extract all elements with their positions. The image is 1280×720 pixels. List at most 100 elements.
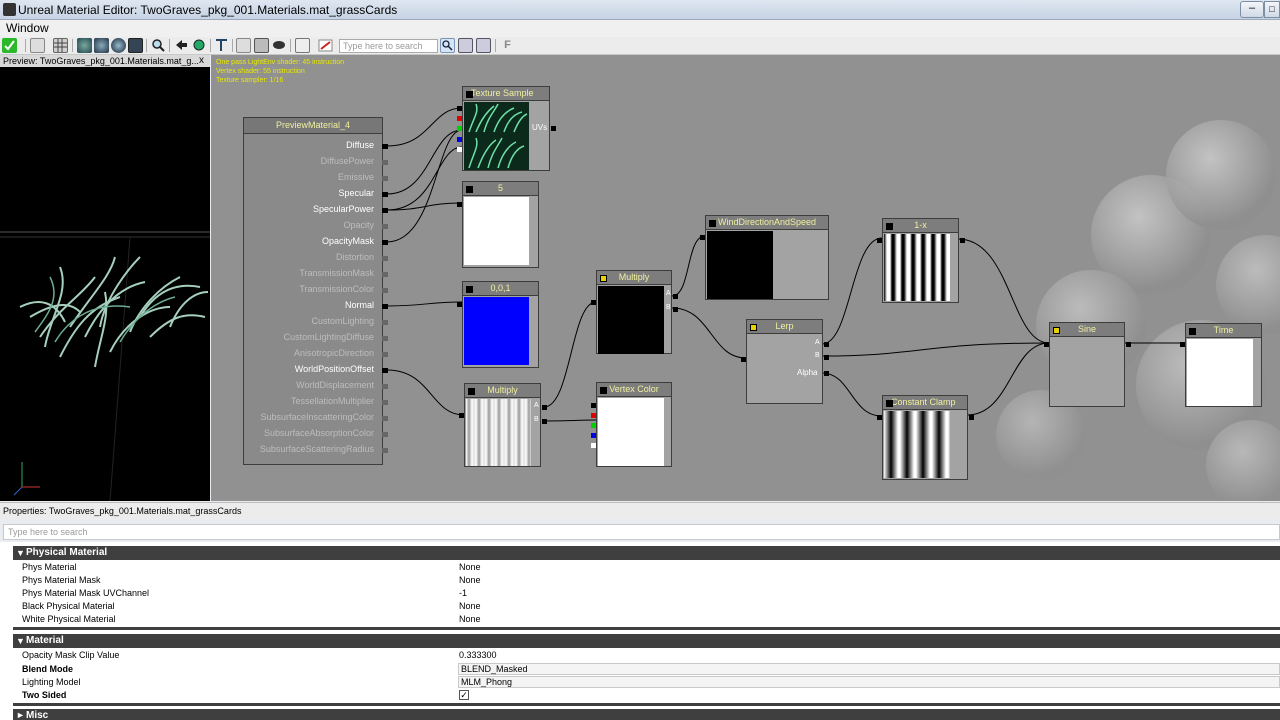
material-input-pin[interactable] xyxy=(382,368,388,373)
pin-output[interactable] xyxy=(877,238,882,243)
minimize-button[interactable]: – xyxy=(1240,1,1264,18)
material-input-pin[interactable] xyxy=(382,320,388,325)
property-row[interactable]: Phys Material Mask UVChannel -1 xyxy=(13,587,1280,600)
cube-preview-icon[interactable] xyxy=(94,38,109,53)
material-input-pin[interactable] xyxy=(382,384,388,389)
plane-preview-icon[interactable] xyxy=(128,38,143,53)
multiply-node-bottom[interactable]: Multiply A B xyxy=(459,383,547,467)
search-input[interactable]: Type here to search xyxy=(339,39,438,53)
property-value[interactable]: None xyxy=(459,574,481,587)
pin-alpha[interactable] xyxy=(457,147,462,152)
property-value[interactable]: -1 xyxy=(459,587,467,600)
pin-output[interactable] xyxy=(591,300,596,305)
material-input-pin[interactable] xyxy=(382,208,388,213)
node-collapse-box[interactable] xyxy=(466,286,473,293)
pin-output[interactable] xyxy=(457,202,462,207)
pin-input[interactable] xyxy=(969,415,974,420)
pin-output[interactable] xyxy=(1044,342,1049,347)
material-output-node[interactable]: PreviewMaterial_4 Diffuse DiffusePower Emi… xyxy=(243,117,388,465)
two-sided-checkbox[interactable]: ✓ xyxy=(459,690,469,700)
collapse-triangle-icon[interactable]: ► xyxy=(16,709,25,720)
pin-red[interactable] xyxy=(457,116,462,121)
node-collapse-box[interactable] xyxy=(600,387,607,394)
pin-blue[interactable] xyxy=(591,433,596,438)
back-arrow-icon[interactable] xyxy=(174,38,189,53)
pin-input[interactable] xyxy=(960,238,965,243)
constant-5-node[interactable]: 5 xyxy=(457,181,539,268)
material-input-pin[interactable] xyxy=(382,256,388,261)
magnify-icon[interactable] xyxy=(151,38,166,53)
property-row[interactable]: Blend Mode BLEND_Masked xyxy=(13,663,1280,676)
lerp-node[interactable]: Lerp A B Alpha xyxy=(741,319,829,404)
material-input-pin[interactable] xyxy=(382,448,388,453)
property-row[interactable]: Phys Material None xyxy=(13,561,1280,574)
property-row[interactable]: Phys Material Mask None xyxy=(13,574,1280,587)
sine-node[interactable]: Sine xyxy=(1044,322,1131,407)
pin-blue[interactable] xyxy=(457,137,462,142)
material-input-pin[interactable] xyxy=(382,224,388,229)
node-collapse-box[interactable] xyxy=(466,91,473,98)
node-collapse-box[interactable] xyxy=(1189,328,1196,335)
pin-alpha[interactable] xyxy=(591,443,596,448)
pin-output[interactable] xyxy=(459,413,464,418)
pin-uvs[interactable] xyxy=(551,126,556,131)
pin-b[interactable] xyxy=(673,307,678,312)
realtime-icon[interactable] xyxy=(192,38,207,53)
search-icon[interactable] xyxy=(440,38,455,53)
material-input-pin[interactable] xyxy=(382,176,388,181)
category-physical-material[interactable]: ▼ Physical Material xyxy=(13,546,1280,560)
material-input-pin[interactable] xyxy=(382,400,388,405)
f-button[interactable]: F xyxy=(500,38,515,53)
hide-connectors-icon[interactable] xyxy=(254,38,269,53)
properties-search-input[interactable]: Type here to search xyxy=(3,524,1280,540)
pin-b[interactable] xyxy=(542,419,547,424)
property-row[interactable]: Lighting Model MLM_Phong xyxy=(13,676,1280,689)
maximize-button[interactable]: □ xyxy=(1264,1,1280,18)
constant-normal-node[interactable]: 0,0,1 xyxy=(457,281,539,368)
pin-input[interactable] xyxy=(1126,342,1131,347)
pin-a[interactable] xyxy=(824,342,829,347)
material-input-pin[interactable] xyxy=(382,288,388,293)
material-input-pin[interactable] xyxy=(382,160,388,165)
material-input-pin[interactable] xyxy=(382,432,388,437)
node-collapse-box[interactable] xyxy=(709,220,716,227)
node-collapse-box[interactable] xyxy=(886,400,893,407)
material-input-pin[interactable] xyxy=(382,144,388,149)
pin-b[interactable] xyxy=(824,355,829,360)
expand-triangle-icon[interactable]: ▼ xyxy=(16,546,25,560)
material-graph-canvas[interactable]: One pass LightEnv shader: 45 instruction… xyxy=(211,55,1280,501)
texture-sample-node[interactable]: Texture Sample UVs xyxy=(457,86,556,171)
search-next-icon[interactable] xyxy=(476,38,491,53)
material-input-pin[interactable] xyxy=(382,272,388,277)
material-input-pin[interactable] xyxy=(382,240,388,245)
stats-icon[interactable] xyxy=(295,38,310,53)
property-value[interactable]: None xyxy=(459,561,481,574)
preview-viewport[interactable] xyxy=(0,67,210,501)
material-input-pin[interactable] xyxy=(382,304,388,309)
node-collapse-box[interactable] xyxy=(468,388,475,395)
grid-icon[interactable] xyxy=(53,38,68,53)
material-input-pin[interactable] xyxy=(382,192,388,197)
property-value[interactable]: None xyxy=(459,600,481,613)
connector-icon[interactable] xyxy=(236,38,251,53)
pin-a[interactable] xyxy=(542,405,547,410)
node-collapse-box[interactable] xyxy=(1053,327,1060,334)
property-row[interactable]: Two Sided ✓ xyxy=(13,689,1280,702)
pin-output[interactable] xyxy=(741,357,746,362)
property-row[interactable]: Opacity Mask Clip Value 0.333300 xyxy=(13,649,1280,662)
expand-triangle-icon[interactable]: ▼ xyxy=(16,634,25,648)
apply-checkmark-icon[interactable] xyxy=(2,38,17,53)
category-material[interactable]: ▼ Material xyxy=(13,634,1280,648)
node-collapse-box[interactable] xyxy=(466,186,473,193)
wind-direction-speed-node[interactable]: WindDirectionAndSpeed xyxy=(700,215,829,300)
property-dropdown[interactable]: BLEND_Masked xyxy=(458,663,1280,675)
pin-green[interactable] xyxy=(591,423,596,428)
preview-close-icon[interactable]: x xyxy=(199,55,204,67)
cylinder-preview-icon[interactable] xyxy=(77,38,92,53)
material-input-pin[interactable] xyxy=(382,352,388,357)
menu-window[interactable]: Window xyxy=(6,21,49,35)
property-value[interactable]: 0.333300 xyxy=(459,649,497,662)
pin-rgb[interactable] xyxy=(457,106,462,111)
search-prev-icon[interactable] xyxy=(458,38,473,53)
sphere-preview-icon[interactable] xyxy=(111,38,126,53)
